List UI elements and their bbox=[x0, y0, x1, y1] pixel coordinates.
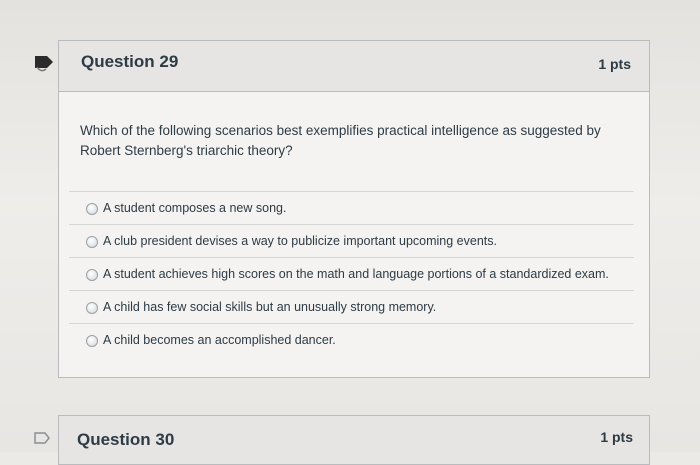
answer-label[interactable]: A child has few social skills but an unu… bbox=[103, 300, 436, 314]
question-title: Question 30 bbox=[77, 430, 175, 449]
flag-icon[interactable] bbox=[33, 52, 55, 74]
answer-option-3[interactable]: A student achieves high scores on the ma… bbox=[69, 257, 634, 290]
answer-label[interactable]: A student composes a new song. bbox=[103, 201, 286, 215]
question-points: 1 pts bbox=[598, 56, 631, 72]
flag-outline-icon[interactable] bbox=[33, 430, 51, 448]
question-title: Question 29 bbox=[81, 52, 179, 71]
radio-button-icon[interactable] bbox=[86, 302, 98, 314]
question-points: 1 pts bbox=[600, 429, 633, 445]
radio-button-icon[interactable] bbox=[86, 203, 98, 215]
radio-button-icon[interactable] bbox=[86, 236, 98, 248]
radio-button-icon[interactable] bbox=[86, 269, 98, 281]
question-card-29: Question 29 1 pts Which of the following… bbox=[58, 40, 650, 378]
radio-button-icon[interactable] bbox=[86, 335, 98, 347]
answer-label[interactable]: A student achieves high scores on the ma… bbox=[103, 267, 609, 281]
answer-option-2[interactable]: A club president devises a way to public… bbox=[69, 224, 634, 257]
answer-option-1[interactable]: A student composes a new song. bbox=[69, 191, 634, 224]
answer-label[interactable]: A club president devises a way to public… bbox=[103, 234, 497, 248]
question-text: Which of the following scenarios best ex… bbox=[80, 123, 601, 158]
answer-option-5[interactable]: A child becomes an accomplished dancer. bbox=[69, 323, 634, 356]
answer-label[interactable]: A child becomes an accomplished dancer. bbox=[103, 333, 336, 347]
question-header: Question 29 1 pts bbox=[59, 41, 649, 92]
answer-option-4[interactable]: A child has few social skills but an unu… bbox=[69, 290, 634, 323]
answer-list: A student composes a new song. A club pr… bbox=[69, 191, 634, 356]
question-card-30: Question 30 1 pts bbox=[58, 415, 650, 465]
